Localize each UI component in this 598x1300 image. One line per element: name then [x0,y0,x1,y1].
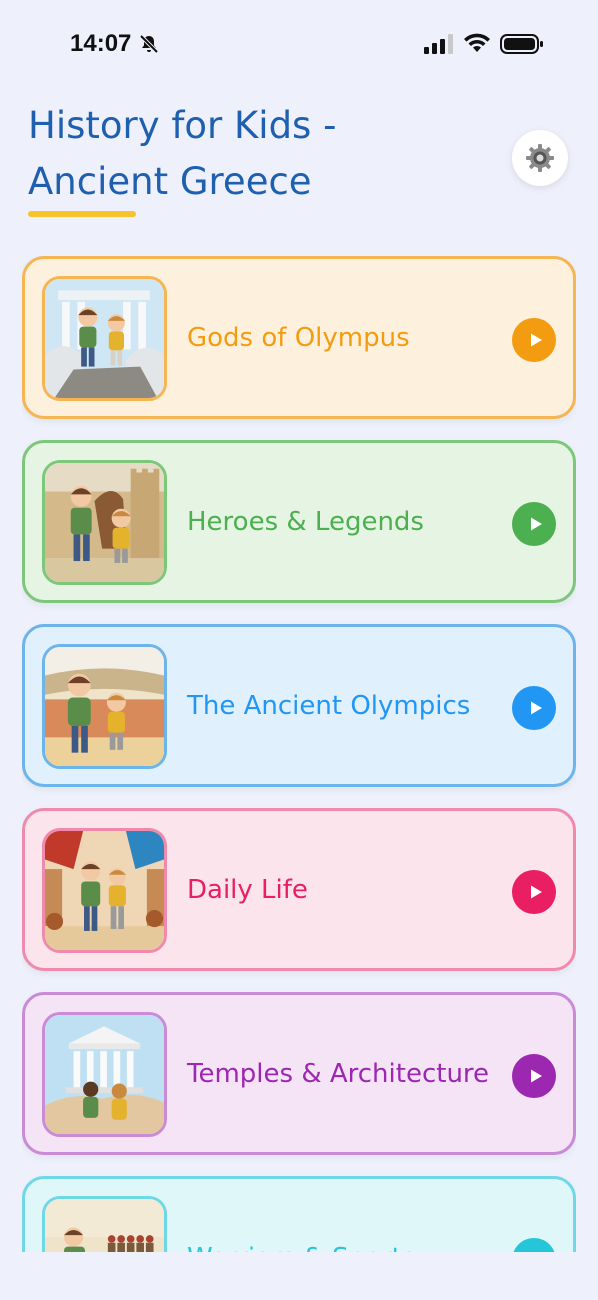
cellular-signal-icon [424,34,453,54]
play-icon [530,517,542,531]
play-icon [530,1069,542,1083]
topic-thumbnail [42,276,167,401]
topic-thumbnail [42,644,167,769]
page-title-line-1: History for Kids - [28,104,337,147]
topic-card[interactable]: Warriors & Sports [22,1176,576,1252]
wifi-icon [464,33,490,52]
topic-title: Temples & Architecture [187,1058,490,1089]
play-button[interactable] [512,686,556,730]
play-button[interactable] [512,502,556,546]
play-button[interactable] [512,318,556,362]
play-icon [530,885,542,899]
topic-title: Gods of Olympus [187,322,410,353]
topic-title: Daily Life [187,874,308,905]
bottom-safe-area [0,1253,598,1300]
play-button[interactable] [512,1238,556,1252]
settings-button[interactable] [512,130,568,186]
play-button[interactable] [512,1054,556,1098]
page-title: History for Kids - Ancient Greece [28,98,508,210]
bell-muted-icon [139,34,159,54]
play-icon [530,701,542,715]
topic-thumbnail [42,1196,167,1252]
page-title-line-2: Ancient Greece [28,160,312,203]
play-button[interactable] [512,870,556,914]
topic-title: The Ancient Olympics [187,690,471,721]
topic-card[interactable]: Heroes & Legends [22,440,576,603]
topic-card[interactable]: The Ancient Olympics [22,624,576,787]
topic-list[interactable]: Gods of Olympus Heroes & Legends The Anc… [22,256,576,1252]
title-underline [28,211,136,217]
topic-title: Warriors & Sports [187,1179,415,1253]
topic-title: Heroes & Legends [187,506,424,537]
topic-card[interactable]: Daily Life [22,808,576,971]
gear-icon [526,144,554,172]
status-bar: 14:07 [0,0,598,90]
topic-card[interactable]: Gods of Olympus [22,256,576,419]
topic-thumbnail [42,828,167,953]
topic-card[interactable]: Temples & Architecture [22,992,576,1155]
battery-icon [500,34,543,54]
topic-thumbnail [42,460,167,585]
topic-thumbnail [42,1012,167,1137]
status-time: 14:07 [70,30,132,57]
play-icon [530,333,542,347]
